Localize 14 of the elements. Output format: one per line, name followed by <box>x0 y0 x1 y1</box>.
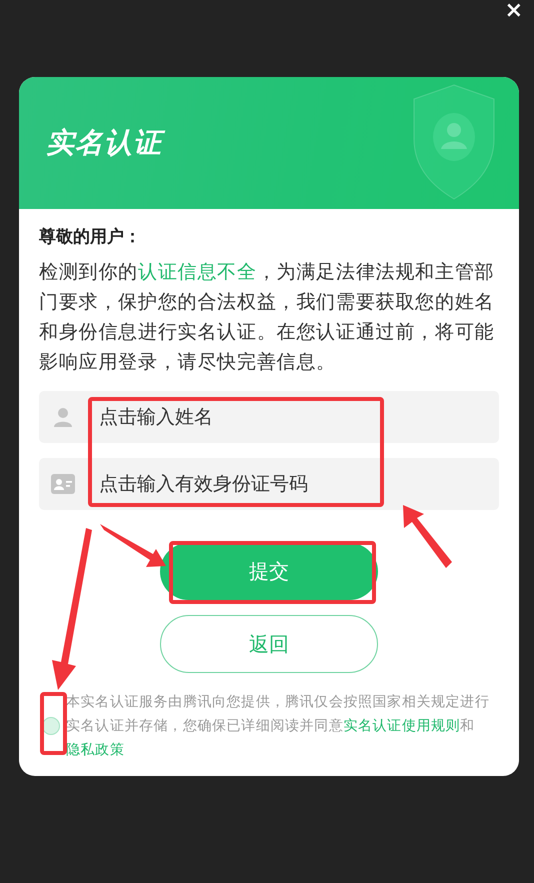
submit-button[interactable]: 提交 <box>160 542 378 600</box>
terms-link[interactable]: 实名认证使用规则 <box>343 718 460 734</box>
input-field[interactable]: 点击输入姓名 <box>39 390 499 442</box>
id-card-icon <box>51 472 75 496</box>
input-field[interactable]: 点击输入有效身份证号码 <box>39 458 499 510</box>
notice-paragraph: 检测到你的认证信息不全，为满足法律法规和主管部门要求，保护您的合法权益，我们需要获取您的姓名和身份信息进行实名认证。在您认证通过前，将可能影响应用登录，请尽快完善信息。 <box>39 260 496 374</box>
agreement-text: 本实名认证服务由腾讯向您提供，腾讯仅会按照国家相关规定进行实名认证并存储，您确保已详细阅读并同意实名认证使用规则和 隐私政策 <box>66 692 490 760</box>
terms-link[interactable]: 隐私政策 <box>66 742 124 758</box>
annotation-arrow <box>100 524 166 567</box>
annotation-box <box>40 692 67 755</box>
back-button[interactable]: 返回 <box>160 614 378 672</box>
close-button[interactable]: × <box>502 0 526 22</box>
greeting-text: 尊敬的用户： <box>39 226 142 249</box>
annotation-arrow <box>403 505 452 568</box>
